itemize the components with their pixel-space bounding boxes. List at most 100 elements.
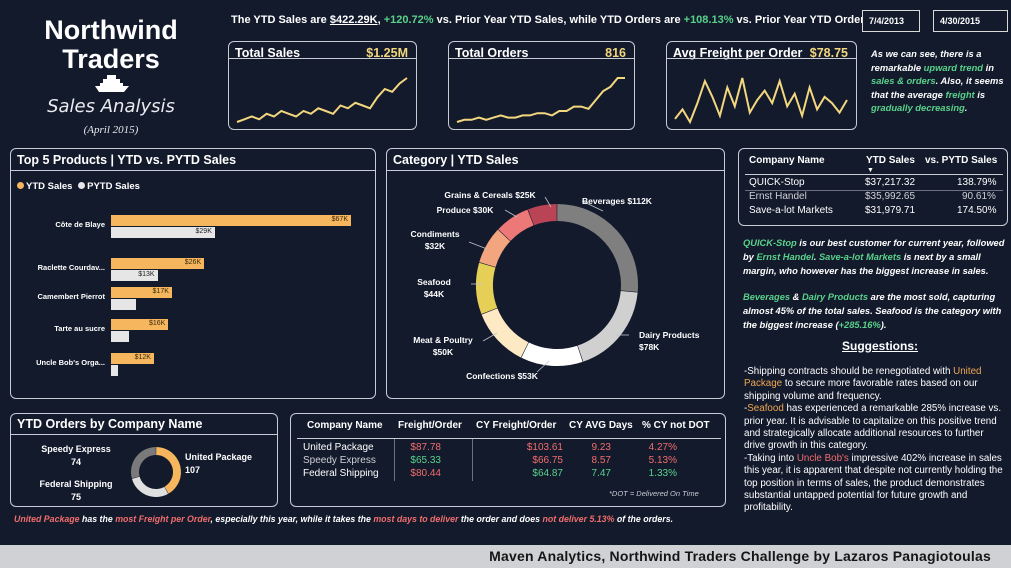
table-cell: Speedy Express [303,455,376,466]
kpi-sparkline [674,77,848,125]
table-cell: 4.27% [648,442,677,453]
category-slice[interactable] [476,262,498,315]
orders-label-speedy: Speedy Express 74 [41,444,111,467]
category-slice[interactable] [481,308,529,358]
legend-py-label: PYTD Sales [87,181,140,192]
table-cell: 1.33% [648,468,677,479]
legend-cy-label: YTD Sales [26,181,73,192]
bar-pytd-label: $29K [195,228,212,235]
category-slice[interactable] [527,204,557,226]
product-label: Camembert Pierrot [37,292,105,301]
legend-py-dot [78,182,86,189]
bar-ytd-label: $67K [331,216,348,223]
top-customers-table[interactable]: Company Name YTD Sales ▼ vs. PYTD Sales … [738,148,1008,226]
orders-slice[interactable] [131,476,169,497]
top-products-card[interactable]: Top 5 Products | YTD vs. PYTD Sales YTD … [10,148,376,399]
kpi-avg-freight[interactable]: Avg Freight per Order $78.75 [666,41,857,130]
orders-slice[interactable] [156,447,181,494]
kpi-total-sales[interactable]: Total Sales $1.25M [228,41,417,130]
cat-label-produce: Produce $30K [436,205,494,215]
ship-icon [95,75,129,92]
orders-label-united: United Package 107 [185,452,253,475]
table-cell: Save-a-lot Markets [749,205,833,216]
category-slice[interactable] [577,290,638,362]
bottom-note: United Package has the most Freight per … [14,514,674,524]
top-products-title: Top 5 Products | YTD vs. PYTD Sales [17,153,237,167]
col-header-avg-days[interactable]: CY AVG Days [569,420,633,431]
table-cell: 138.79% [957,177,997,188]
table-cell: United Package [303,442,374,453]
cat-label-confections: Confections $53K [466,371,538,381]
sort-desc-icon[interactable]: ▼ [867,167,874,174]
product-label: Uncle Bob's Orga... [36,358,105,367]
table-cell: $65.33 [410,455,441,466]
table-cell: Federal Shipping [303,468,379,479]
table-cell: QUICK-Stop [749,177,805,188]
kpi-sparkline [236,77,408,123]
table-cell: $37,217.32 [865,177,916,188]
bar-pytd[interactable] [111,331,129,342]
kpi-sparkline [456,77,625,123]
logo-title: Northwind Traders [6,16,216,74]
bar-ytd-label: $26K [184,259,202,266]
table-cell: $87.78 [410,442,441,453]
category-slice[interactable] [557,204,638,292]
headline-orders-change: +108.13% [683,14,734,26]
bar-ytd-label: $17K [152,288,169,295]
table-cell: 5.13% [648,455,677,466]
date-end-field[interactable]: 4/30/2015 [933,10,1008,32]
col-header-not-dot[interactable]: % CY not DOT [642,420,710,431]
insight-category-text: Beverages & Dairy Products are the most … [743,292,1002,330]
bar-pytd-label: $13K [138,271,155,278]
cat-label-grains: Grains & Cereals $25K [444,190,536,200]
col-header-ytd-sales[interactable]: YTD Sales [866,155,915,166]
col-header-company[interactable]: Company Name [307,420,383,431]
cat-label-condiments: Condiments $32K [410,229,460,251]
headline-summary: The YTD Sales are $422.29K, +120.72% vs.… [231,14,874,26]
bar-ytd-label: $12K [134,354,151,361]
col-header-freight[interactable]: Freight/Order [398,420,462,431]
product-label: Raclette Courdav... [37,263,105,272]
category-card[interactable]: Category | YTD Sales Beverages $112K Dai… [386,148,725,399]
cat-label-meat: Meat & Poultry $50K [413,335,473,357]
suggestions-title: Suggestions: [842,339,919,353]
bar-pytd[interactable] [111,299,137,310]
orders-slice[interactable] [131,447,156,479]
product-label: Côte de Blaye [55,220,105,229]
product-label: Tarte au sucre [54,324,105,333]
sparkline-path [456,77,625,123]
footer-bar: Maven Analytics, Northwind Traders Chall… [0,545,1011,568]
table-cell: 8.57 [591,455,611,466]
bar-ytd-label: $16K [148,320,166,327]
logo-title-line2: Traders [62,44,160,74]
freight-note: *DOT = Delivered On Time [609,489,699,498]
col-header-vs-pytd[interactable]: vs. PYTD Sales [925,155,997,166]
headline-sales-change: +120.72% [383,14,434,26]
logo-period: (April 2015) [83,124,139,136]
table-cell: 174.50% [957,205,997,216]
cat-label-seafood: Seafood $44K [417,277,451,299]
insight-customers-text: QUICK-Stop is our best customer for curr… [743,238,1005,276]
table-cell: $35,992.65 [865,191,916,202]
kpi-total-orders[interactable]: Total Orders 816 [448,41,635,130]
date-start-field[interactable]: 7/4/2013 [862,10,920,32]
orders-by-company-card[interactable]: YTD Orders by Company Name Speedy Expres… [10,413,278,507]
category-donut [468,196,638,373]
category-slice[interactable] [521,342,583,366]
table-cell: Ernst Handel [749,191,807,202]
bar-pytd[interactable] [111,365,119,376]
table-cell: 7.47 [591,468,611,479]
headline-sales: $422.29K [329,14,378,26]
logo-subtitle: Sales Analysis [47,96,175,117]
suggestions-body: -Shipping contracts should be renegotiat… [744,366,1003,514]
freight-table[interactable]: Company Name Freight/Order CY Freight/Or… [290,413,726,507]
cat-label-dairy: Dairy Products $78K [639,330,700,352]
leader-line [504,209,518,218]
table-cell: $80.44 [410,468,441,479]
col-header-cy-freight[interactable]: CY Freight/Order [476,420,556,431]
col-header-company[interactable]: Company Name [749,155,825,166]
orders-label-federal: Federal Shipping 75 [39,479,113,502]
logo-title-line1: Northwind [44,15,178,45]
legend-cy-dot [17,182,24,189]
leader-line [468,241,488,250]
